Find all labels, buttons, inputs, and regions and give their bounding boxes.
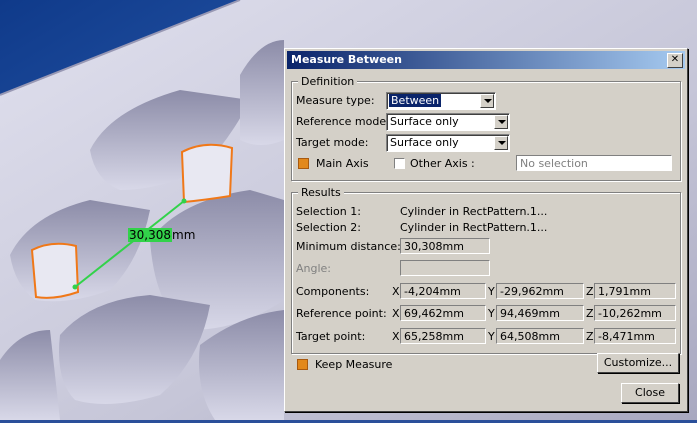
components-z-field: 1,791mm [594,283,676,299]
reference-mode-label: Reference mode: [296,115,390,128]
reference-mode-select[interactable]: Surface only [386,113,510,131]
reference-point-x-value: 69,462mm [404,307,464,320]
chevron-down-icon[interactable] [494,136,508,150]
chevron-down-icon[interactable] [480,94,494,108]
target-point-y-field: 64,508mm [496,328,584,344]
reference-point-z-field: -10,262mm [594,305,676,321]
target-point-x-field: 65,258mm [400,328,486,344]
selection1-value: Cylinder in RectPattern.1... [400,205,548,218]
axis-x-label: X [392,330,400,343]
measure-type-label: Measure type: [296,94,375,107]
target-point-label: Target point: [296,330,366,343]
other-axis-field[interactable]: No selection [516,155,672,171]
selection-target-outline [180,143,234,204]
main-axis-checkbox[interactable] [298,158,309,169]
definition-group: Definition Measure type: Between Referen… [291,75,681,181]
min-distance-value: 30,308mm [404,240,464,253]
measure-between-dialog: Measure Between ✕ Definition Measure typ… [284,48,688,412]
dialog-title: Measure Between [291,53,402,66]
reference-point-x-field: 69,462mm [400,305,486,321]
angle-field [400,260,490,276]
measure-distance-unit: mm [172,228,196,242]
angle-label: Angle: [296,262,332,275]
main-axis-label: Main Axis [316,157,369,170]
selection2-value: Cylinder in RectPattern.1... [400,221,548,234]
selection-reference-outline [30,242,80,299]
target-point-z-value: -8,471mm [598,330,655,343]
selection1-label: Selection 1: [296,205,361,218]
target-mode-label: Target mode: [296,136,369,149]
reference-point-y-value: 94,469mm [500,307,560,320]
measure-distance-value: 30,308 [128,228,172,242]
definition-legend: Definition [298,75,358,88]
axis-y-label: Y [488,307,495,320]
min-distance-field: 30,308mm [400,238,490,254]
chevron-down-icon[interactable] [494,115,508,129]
close-button[interactable]: Close [621,383,679,403]
axis-x-label: X [392,285,400,298]
components-z-value: 1,791mm [598,285,651,298]
target-mode-value: Surface only [390,136,459,149]
components-label: Components: [296,285,370,298]
axis-z-label: Z [586,285,594,298]
reference-point-z-value: -10,262mm [598,307,662,320]
target-point-y-value: 64,508mm [500,330,560,343]
reference-mode-value: Surface only [390,115,459,128]
components-y-field: -29,962mm [496,283,584,299]
target-mode-select[interactable]: Surface only [386,134,510,152]
keep-measure-label: Keep Measure [315,358,393,371]
dialog-titlebar[interactable]: Measure Between ✕ [287,51,685,69]
results-group: Results Selection 1: Cylinder in RectPat… [291,186,681,354]
reference-point-y-field: 94,469mm [496,305,584,321]
components-x-field: -4,204mm [400,283,486,299]
components-y-value: -29,962mm [500,285,564,298]
min-distance-label: Minimum distance: [296,240,401,253]
axis-y-label: Y [488,330,495,343]
close-icon[interactable]: ✕ [667,53,683,68]
selection2-label: Selection 2: [296,221,361,234]
reference-point-label: Reference point: [296,307,387,320]
measure-type-value: Between [389,94,442,107]
measure-distance-label: 30,308mm [128,228,195,242]
customize-button[interactable]: Customize... [597,353,679,373]
target-point-z-field: -8,471mm [594,328,676,344]
axis-x-label: X [392,307,400,320]
other-axis-label: Other Axis : [410,157,475,170]
measure-type-select[interactable]: Between [386,92,496,110]
axis-y-label: Y [488,285,495,298]
other-axis-value: No selection [520,157,588,170]
results-legend: Results [298,186,344,199]
keep-measure-checkbox[interactable] [297,359,308,370]
axis-z-label: Z [586,307,594,320]
axis-z-label: Z [586,330,594,343]
target-point-x-value: 65,258mm [404,330,464,343]
components-x-value: -4,204mm [404,285,461,298]
other-axis-checkbox[interactable] [394,158,405,169]
